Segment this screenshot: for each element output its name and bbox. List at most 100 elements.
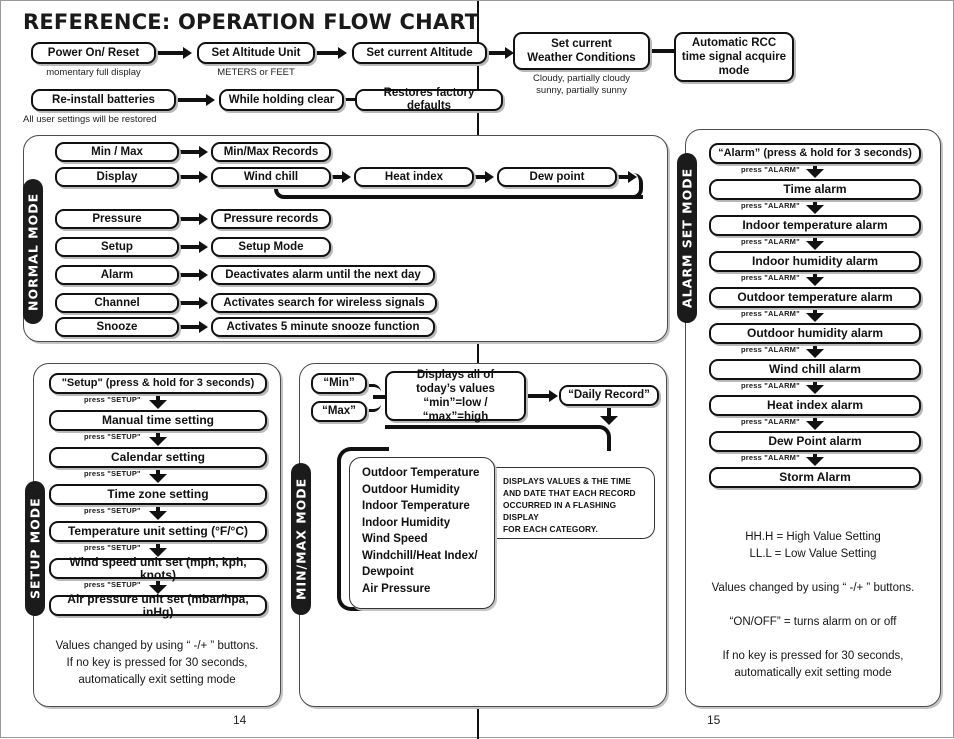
setup-step-1[interactable]: Manual time setting	[49, 410, 267, 431]
alarm-press-label-3: press "ALARM"	[741, 273, 800, 282]
alarm-press-label-8: press "ALARM"	[741, 453, 800, 462]
normal-target-heat-index[interactable]: Heat index	[354, 167, 474, 187]
startup-box-set-current-altitude[interactable]: Set current Altitude	[352, 42, 487, 64]
startup-box-power-on[interactable]: Power On/ Reset	[31, 42, 156, 64]
normal-arrow-5	[199, 297, 208, 309]
startup-box-weather-conditions[interactable]: Set current Weather Conditions	[513, 32, 650, 70]
alarm-step-1[interactable]: Time alarm	[709, 179, 921, 200]
setup-press-label-2: press "SETUP"	[84, 469, 141, 478]
normal-loop-arrow	[628, 171, 637, 183]
normal-arrow-2	[199, 213, 208, 225]
minmax-button-max[interactable]: “Max”	[311, 401, 367, 422]
startup-connector-1	[158, 51, 186, 55]
normal-target-setup-mode[interactable]: Setup Mode	[211, 237, 331, 257]
normal-key-setup[interactable]: Setup	[55, 237, 179, 257]
normal-arrow-6	[199, 321, 208, 333]
alarm-arrow-5	[806, 349, 824, 358]
startup-box-reinstall-batteries[interactable]: Re-install batteries	[31, 89, 176, 111]
alarm-mode-notes: HH.H = High Value Setting LL.L = Low Val…	[711, 531, 915, 679]
alarm-step-0[interactable]: “Alarm” (press & hold for 3 seconds)	[709, 143, 921, 164]
minmax-category-item: Air Pressure	[362, 582, 431, 595]
normal-target-wind-chill[interactable]: Wind chill	[211, 167, 331, 187]
normal-key-min-max[interactable]: Min / Max	[55, 142, 179, 162]
startup-caption-weather-conditions: Cloudy, partially cloudy sunny, partiall…	[533, 73, 630, 96]
setup-press-label-3: press "SETUP"	[84, 506, 141, 515]
minmax-info-box: DISPLAYS VALUES & THE TIME AND DATE THAT…	[495, 467, 655, 539]
setup-press-label-4: press "SETUP"	[84, 543, 141, 552]
startup-caption-reinstall-batteries: All user settings will be restored	[23, 114, 157, 125]
alarm-step-5[interactable]: Outdoor humidity alarm	[709, 323, 921, 344]
alarm-arrow-0	[806, 169, 824, 178]
alarm-arrow-8	[806, 457, 824, 466]
normal-target-snooze-function[interactable]: Activates 5 minute snooze function	[211, 317, 435, 337]
normal-target-min-max-records[interactable]: Min/Max Records	[211, 142, 331, 162]
setup-step-4[interactable]: Temperature unit setting (°F/°C)	[49, 521, 267, 542]
setup-step-3[interactable]: Time zone setting	[49, 484, 267, 505]
minmax-category-list: Outdoor Temperature Outdoor Humidity Indoo…	[349, 457, 495, 609]
setup-step-5[interactable]: Wind speed unit set (mph, kph, knots)	[49, 555, 267, 581]
normal-key-display[interactable]: Display	[55, 167, 179, 187]
setup-arrow-1	[149, 437, 167, 446]
startup-arrow-1	[183, 47, 192, 59]
minmax-arrow-to-daily	[549, 390, 558, 402]
flowchart-page: REFERENCE: OPERATION FLOW CHART Power On…	[0, 0, 954, 739]
startup-box-automatic-rcc[interactable]: Automatic RCC time signal acquire mode	[674, 32, 794, 82]
normal-key-pressure[interactable]: Pressure	[55, 209, 179, 229]
startup-arrow-2	[338, 47, 347, 59]
normal-mode-tab: NORMAL MODE	[23, 179, 43, 324]
setup-press-label-0: press "SETUP"	[84, 395, 141, 404]
alarm-arrow-6	[806, 385, 824, 394]
alarm-step-2[interactable]: Indoor temperature alarm	[709, 215, 921, 236]
alarm-press-label-4: press "ALARM"	[741, 309, 800, 318]
minmax-category-item: Windchill/Heat Index/ Dewpoint	[362, 549, 478, 579]
alarm-step-3[interactable]: Indoor humidity alarm	[709, 251, 921, 272]
minmax-box-daily-record[interactable]: “Daily Record”	[559, 385, 659, 406]
setup-step-2[interactable]: Calendar setting	[49, 447, 267, 468]
alarm-press-label-6: press "ALARM"	[741, 381, 800, 390]
alarm-press-label-5: press "ALARM"	[741, 345, 800, 354]
page-number-right: 15	[707, 713, 721, 727]
normal-key-snooze[interactable]: Snooze	[55, 317, 179, 337]
alarm-step-4[interactable]: Outdoor temperature alarm	[709, 287, 921, 308]
startup-box-while-holding-clear[interactable]: While holding clear	[219, 89, 344, 111]
setup-step-0[interactable]: "Setup" (press & hold for 3 seconds)	[49, 373, 267, 394]
minmax-category-item: Outdoor Temperature	[362, 467, 480, 479]
minmax-daily-down-arrow	[600, 416, 618, 425]
minmax-box-displays-today-values[interactable]: Displays all of today’s values “min”=low…	[385, 369, 526, 423]
startup-box-restores-factory-defaults[interactable]: Restores factory defaults	[355, 87, 503, 112]
normal-key-channel[interactable]: Channel	[55, 293, 179, 313]
setup-arrow-3	[149, 511, 167, 520]
minmax-button-min[interactable]: “Min”	[311, 373, 367, 394]
alarm-step-9[interactable]: Storm Alarm	[709, 467, 921, 488]
normal-target-pressure-records[interactable]: Pressure records	[211, 209, 331, 229]
startup-caption-power-on: momentary full display	[46, 67, 141, 78]
normal-target-deactivates-alarm[interactable]: Deactivates alarm until the next day	[211, 265, 435, 285]
setup-arrow-0	[149, 400, 167, 409]
normal-target-activates-search[interactable]: Activates search for wireless signals	[211, 293, 437, 313]
setup-press-label-1: press "SETUP"	[84, 432, 141, 441]
alarm-press-label-0: press "ALARM"	[741, 165, 800, 174]
alarm-mode-tab: ALARM SET MODE	[677, 153, 697, 323]
alarm-press-label-2: press "ALARM"	[741, 237, 800, 246]
alarm-step-7[interactable]: Heat index alarm	[709, 395, 921, 416]
normal-arrow-0	[199, 146, 208, 158]
alarm-step-8[interactable]: Dew Point alarm	[709, 431, 921, 452]
alarm-press-label-7: press "ALARM"	[741, 417, 800, 426]
alarm-arrow-1	[806, 205, 824, 214]
startup-caption-altitude-unit: METERS or FEET	[217, 67, 295, 78]
startup-arrow-5	[206, 94, 215, 106]
minmax-category-item: Indoor Humidity	[362, 516, 451, 529]
startup-box-set-altitude-unit[interactable]: Set Altitude Unit	[197, 42, 315, 64]
alarm-arrow-7	[806, 421, 824, 430]
normal-key-alarm[interactable]: Alarm	[55, 265, 179, 285]
setup-press-label-5: press "SETUP"	[84, 580, 141, 589]
setup-arrow-2	[149, 474, 167, 483]
page-number-left: 14	[233, 713, 247, 727]
normal-arrow-1a	[199, 171, 208, 183]
minmax-info-text: DISPLAYS VALUES & THE TIME AND DATE THAT…	[503, 476, 636, 534]
normal-target-dew-point[interactable]: Dew point	[497, 167, 617, 187]
minmax-mode-tab: MIN/MAX MODE	[291, 463, 311, 615]
setup-step-6[interactable]: Air pressure unit set (mbar/hpa, inHg)	[49, 592, 267, 618]
alarm-step-6[interactable]: Wind chill alarm	[709, 359, 921, 380]
startup-connector-4	[649, 49, 675, 53]
